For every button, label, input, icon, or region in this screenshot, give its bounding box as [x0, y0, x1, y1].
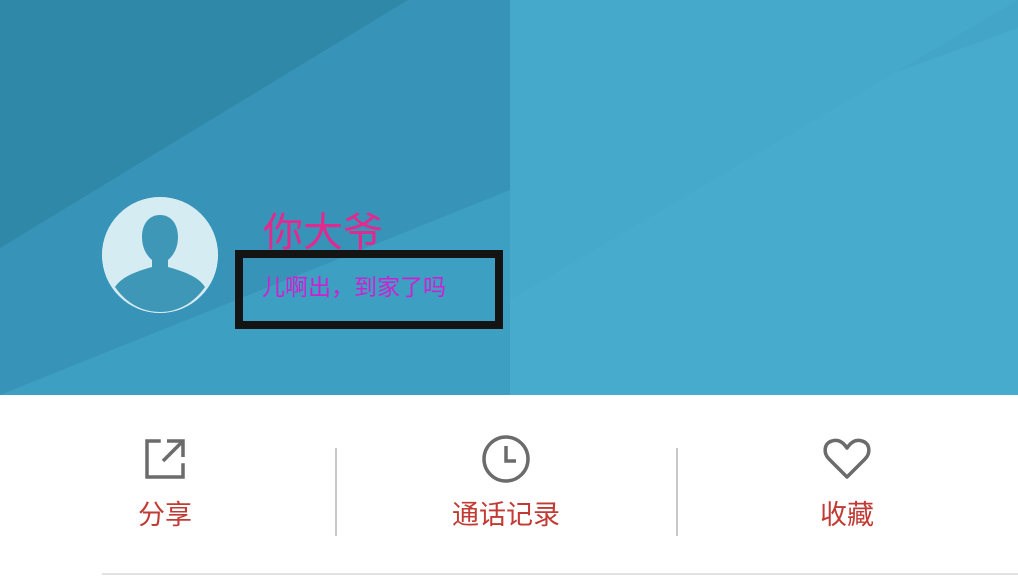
action-divider [676, 448, 678, 536]
action-divider [335, 448, 337, 536]
bottom-divider [102, 573, 1018, 575]
favorite-label: 收藏 [820, 500, 874, 531]
share-button[interactable]: 分享 [65, 395, 265, 545]
share-label: 分享 [138, 500, 192, 531]
share-icon [139, 433, 191, 485]
avatar[interactable] [102, 197, 218, 313]
clock-icon [480, 433, 532, 485]
favorite-button[interactable]: 收藏 [747, 395, 947, 545]
call-log-button[interactable]: 通话记录 [406, 395, 606, 545]
heart-icon [821, 433, 873, 485]
person-icon [102, 197, 218, 313]
call-log-label: 通话记录 [452, 500, 560, 531]
profile-header: 你大爷 儿啊出，到家了吗 [0, 0, 1018, 395]
action-bar: 分享 通话记录 收藏 [0, 395, 1018, 580]
profile-status: 儿啊出，到家了吗 [262, 275, 446, 301]
